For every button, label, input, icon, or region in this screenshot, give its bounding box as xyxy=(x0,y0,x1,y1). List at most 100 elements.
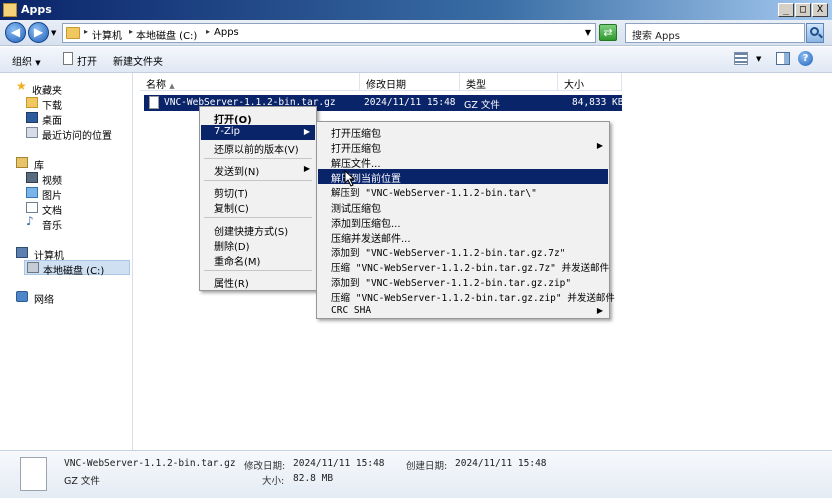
path-box[interactable]: ▸ 计算机 ▸ 本地磁盘 (C:) ▸ Apps ▼ xyxy=(62,23,596,43)
chevron-down-icon: ▼ xyxy=(35,59,41,67)
nav-favorites[interactable]: ★ 收藏夹 xyxy=(16,80,126,97)
title-bar: Apps _ □ X xyxy=(0,0,832,20)
path-dropdown-icon[interactable]: ▼ xyxy=(585,28,591,37)
maximize-button[interactable]: □ xyxy=(795,3,811,17)
menu-label: 发送到(N) xyxy=(214,167,260,178)
menu-label: 测试压缩包 xyxy=(331,204,381,215)
7zip-add-to-7z[interactable]: 添加到 "VNC-WebServer-1.1.2-bin.tar.gz.7z" xyxy=(318,244,608,259)
7zip-add-to-zip[interactable]: 添加到 "VNC-WebServer-1.1.2-bin.tar.gz.zip" xyxy=(318,274,608,289)
close-button[interactable]: X xyxy=(812,3,828,17)
minimize-button[interactable]: _ xyxy=(778,3,794,17)
column-header-size[interactable]: 大小 xyxy=(558,73,622,91)
7zip-submenu: 打开压缩包 打开压缩包 ▶ 解压文件... 解压到当前位置 解压到 "VNC-We… xyxy=(316,121,615,319)
nav-desktop[interactable]: 桌面 xyxy=(26,111,126,127)
menu-label: 属性(R) xyxy=(214,279,249,290)
command-bar: 组织 ▼ 打开 新建文件夹 ▼ ? xyxy=(0,47,832,73)
music-note-icon: ♪ xyxy=(26,214,34,228)
nav-pictures[interactable]: 图片 xyxy=(26,186,126,202)
submenu-arrow-icon: ▶ xyxy=(596,306,603,315)
nav-libraries[interactable]: 库 xyxy=(16,156,126,172)
drive-icon xyxy=(27,262,39,273)
open-button[interactable]: 打开 xyxy=(77,53,97,68)
menu-label: 复制(C) xyxy=(214,204,249,215)
preview-pane-icon[interactable] xyxy=(776,52,790,65)
nav-music[interactable]: ♪ 音乐 xyxy=(26,214,126,232)
7zip-compress-and-email[interactable]: 压缩并发送邮件... xyxy=(318,229,608,245)
7zip-open-archive-submenu[interactable]: 打开压缩包 ▶ xyxy=(318,139,608,155)
crumb-separator-icon[interactable]: ▸ xyxy=(129,27,133,36)
window-title: Apps xyxy=(21,3,52,16)
nav-label: 视频 xyxy=(42,176,62,187)
7zip-open-archive[interactable]: 打开压缩包 xyxy=(318,124,608,140)
mouse-cursor-icon xyxy=(344,170,356,187)
7zip-crc-sha[interactable]: CRC SHA ▶ xyxy=(318,304,608,319)
library-icon xyxy=(16,157,28,168)
menu-label: 解压文件... xyxy=(331,159,381,170)
search-button[interactable] xyxy=(806,23,824,43)
column-header-type[interactable]: 类型 xyxy=(460,73,558,91)
7zip-add-to-archive[interactable]: 添加到压缩包... xyxy=(318,214,608,230)
nav-documents[interactable]: 文档 xyxy=(26,201,126,217)
menu-item-rename[interactable]: 重命名(M) xyxy=(201,252,315,268)
menu-item-properties[interactable]: 属性(R) xyxy=(201,274,315,290)
crumb-separator-icon[interactable]: ▸ xyxy=(206,27,210,36)
view-dropdown-icon[interactable]: ▼ xyxy=(756,55,761,63)
folder-icon xyxy=(66,27,80,39)
history-dropdown-icon[interactable]: ▼ xyxy=(51,29,56,37)
nav-videos[interactable]: 视频 xyxy=(26,171,126,187)
menu-item-cut[interactable]: 剪切(T) xyxy=(201,184,315,200)
menu-item-restore[interactable]: 还原以前的版本(V) xyxy=(201,140,315,156)
menu-label: 压缩 "VNC-WebServer-1.1.2-bin.tar.gz.zip" … xyxy=(331,293,615,304)
details-pane: VNC-WebServer-1.1.2-bin.tar.gz 修改日期: 202… xyxy=(0,450,832,498)
menu-label: 解压到当前位置 xyxy=(331,174,401,185)
7zip-test-archive[interactable]: 测试压缩包 xyxy=(318,199,608,215)
details-created-value: 2024/11/11 15:48 xyxy=(455,458,547,469)
column-header-modified[interactable]: 修改日期 xyxy=(360,73,460,91)
column-header-name[interactable]: 名称 ▲ xyxy=(140,73,360,91)
7zip-extract-files[interactable]: 解压文件... xyxy=(318,154,608,170)
forward-button[interactable]: ▶ xyxy=(28,22,49,43)
crumb-computer[interactable]: 计算机 xyxy=(92,27,122,42)
search-input[interactable]: 搜索 Apps xyxy=(625,23,805,43)
crumb-apps[interactable]: Apps xyxy=(214,27,239,38)
archive-file-icon xyxy=(20,457,47,491)
menu-label: 打开压缩包 xyxy=(331,144,381,155)
nav-local-disk[interactable]: 本地磁盘 (C:) xyxy=(24,260,130,277)
menu-separator xyxy=(204,217,312,218)
menu-item-7zip[interactable]: 7-Zip ▶ xyxy=(201,125,315,140)
7zip-compress-7z-email[interactable]: 压缩 "VNC-WebServer-1.1.2-bin.tar.gz.7z" 并… xyxy=(318,259,609,274)
address-bar: ◀ ▶ ▼ ▸ 计算机 ▸ 本地磁盘 (C:) ▸ Apps ▼ ⇄ 搜索 Ap… xyxy=(0,20,832,46)
7zip-compress-zip-email[interactable]: 压缩 "VNC-WebServer-1.1.2-bin.tar.gz.zip" … xyxy=(318,289,615,304)
nav-recent[interactable]: 最近访问的位置 xyxy=(26,126,126,142)
file-type: GZ 文件 xyxy=(464,100,500,111)
menu-item-open[interactable]: 打开(O) xyxy=(201,110,315,126)
nav-network[interactable]: 网络 xyxy=(16,290,126,306)
menu-item-copy[interactable]: 复制(C) xyxy=(201,199,315,215)
forward-icon: ▶ xyxy=(33,25,44,39)
7zip-extract-to-folder[interactable]: 解压到 "VNC-WebServer-1.1.2-bin.tar\" xyxy=(318,184,608,199)
nav-label: 收藏夹 xyxy=(32,86,62,97)
refresh-button[interactable]: ⇄ xyxy=(599,24,617,41)
video-icon xyxy=(26,172,38,183)
back-button[interactable]: ◀ xyxy=(5,22,26,43)
document-icon xyxy=(26,202,38,213)
new-folder-button[interactable]: 新建文件夹 xyxy=(113,53,163,68)
archive-file-icon xyxy=(149,96,159,109)
nav-label: 下载 xyxy=(42,101,62,112)
menu-label: CRC SHA xyxy=(331,305,372,316)
menu-label: 打开(O) xyxy=(214,115,252,126)
help-icon[interactable]: ? xyxy=(798,51,813,66)
view-options-icon[interactable] xyxy=(734,52,748,65)
menu-item-delete[interactable]: 删除(D) xyxy=(201,237,315,253)
crumb-separator-icon[interactable]: ▸ xyxy=(84,27,88,36)
crumb-local-disk[interactable]: 本地磁盘 (C:) xyxy=(136,27,197,42)
nav-downloads[interactable]: 下载 xyxy=(26,96,126,112)
organize-button[interactable]: 组织 ▼ xyxy=(12,53,41,68)
menu-separator xyxy=(204,180,312,181)
menu-item-send-to[interactable]: 发送到(N) ▶ xyxy=(201,162,315,178)
menu-label: 解压到 "VNC-WebServer-1.1.2-bin.tar\" xyxy=(331,188,537,199)
menu-item-create-shortcut[interactable]: 创建快捷方式(S) xyxy=(201,222,315,238)
menu-label: 添加到压缩包... xyxy=(331,219,401,230)
nav-computer[interactable]: 计算机 xyxy=(16,246,126,262)
7zip-extract-here[interactable]: 解压到当前位置 xyxy=(318,169,608,185)
